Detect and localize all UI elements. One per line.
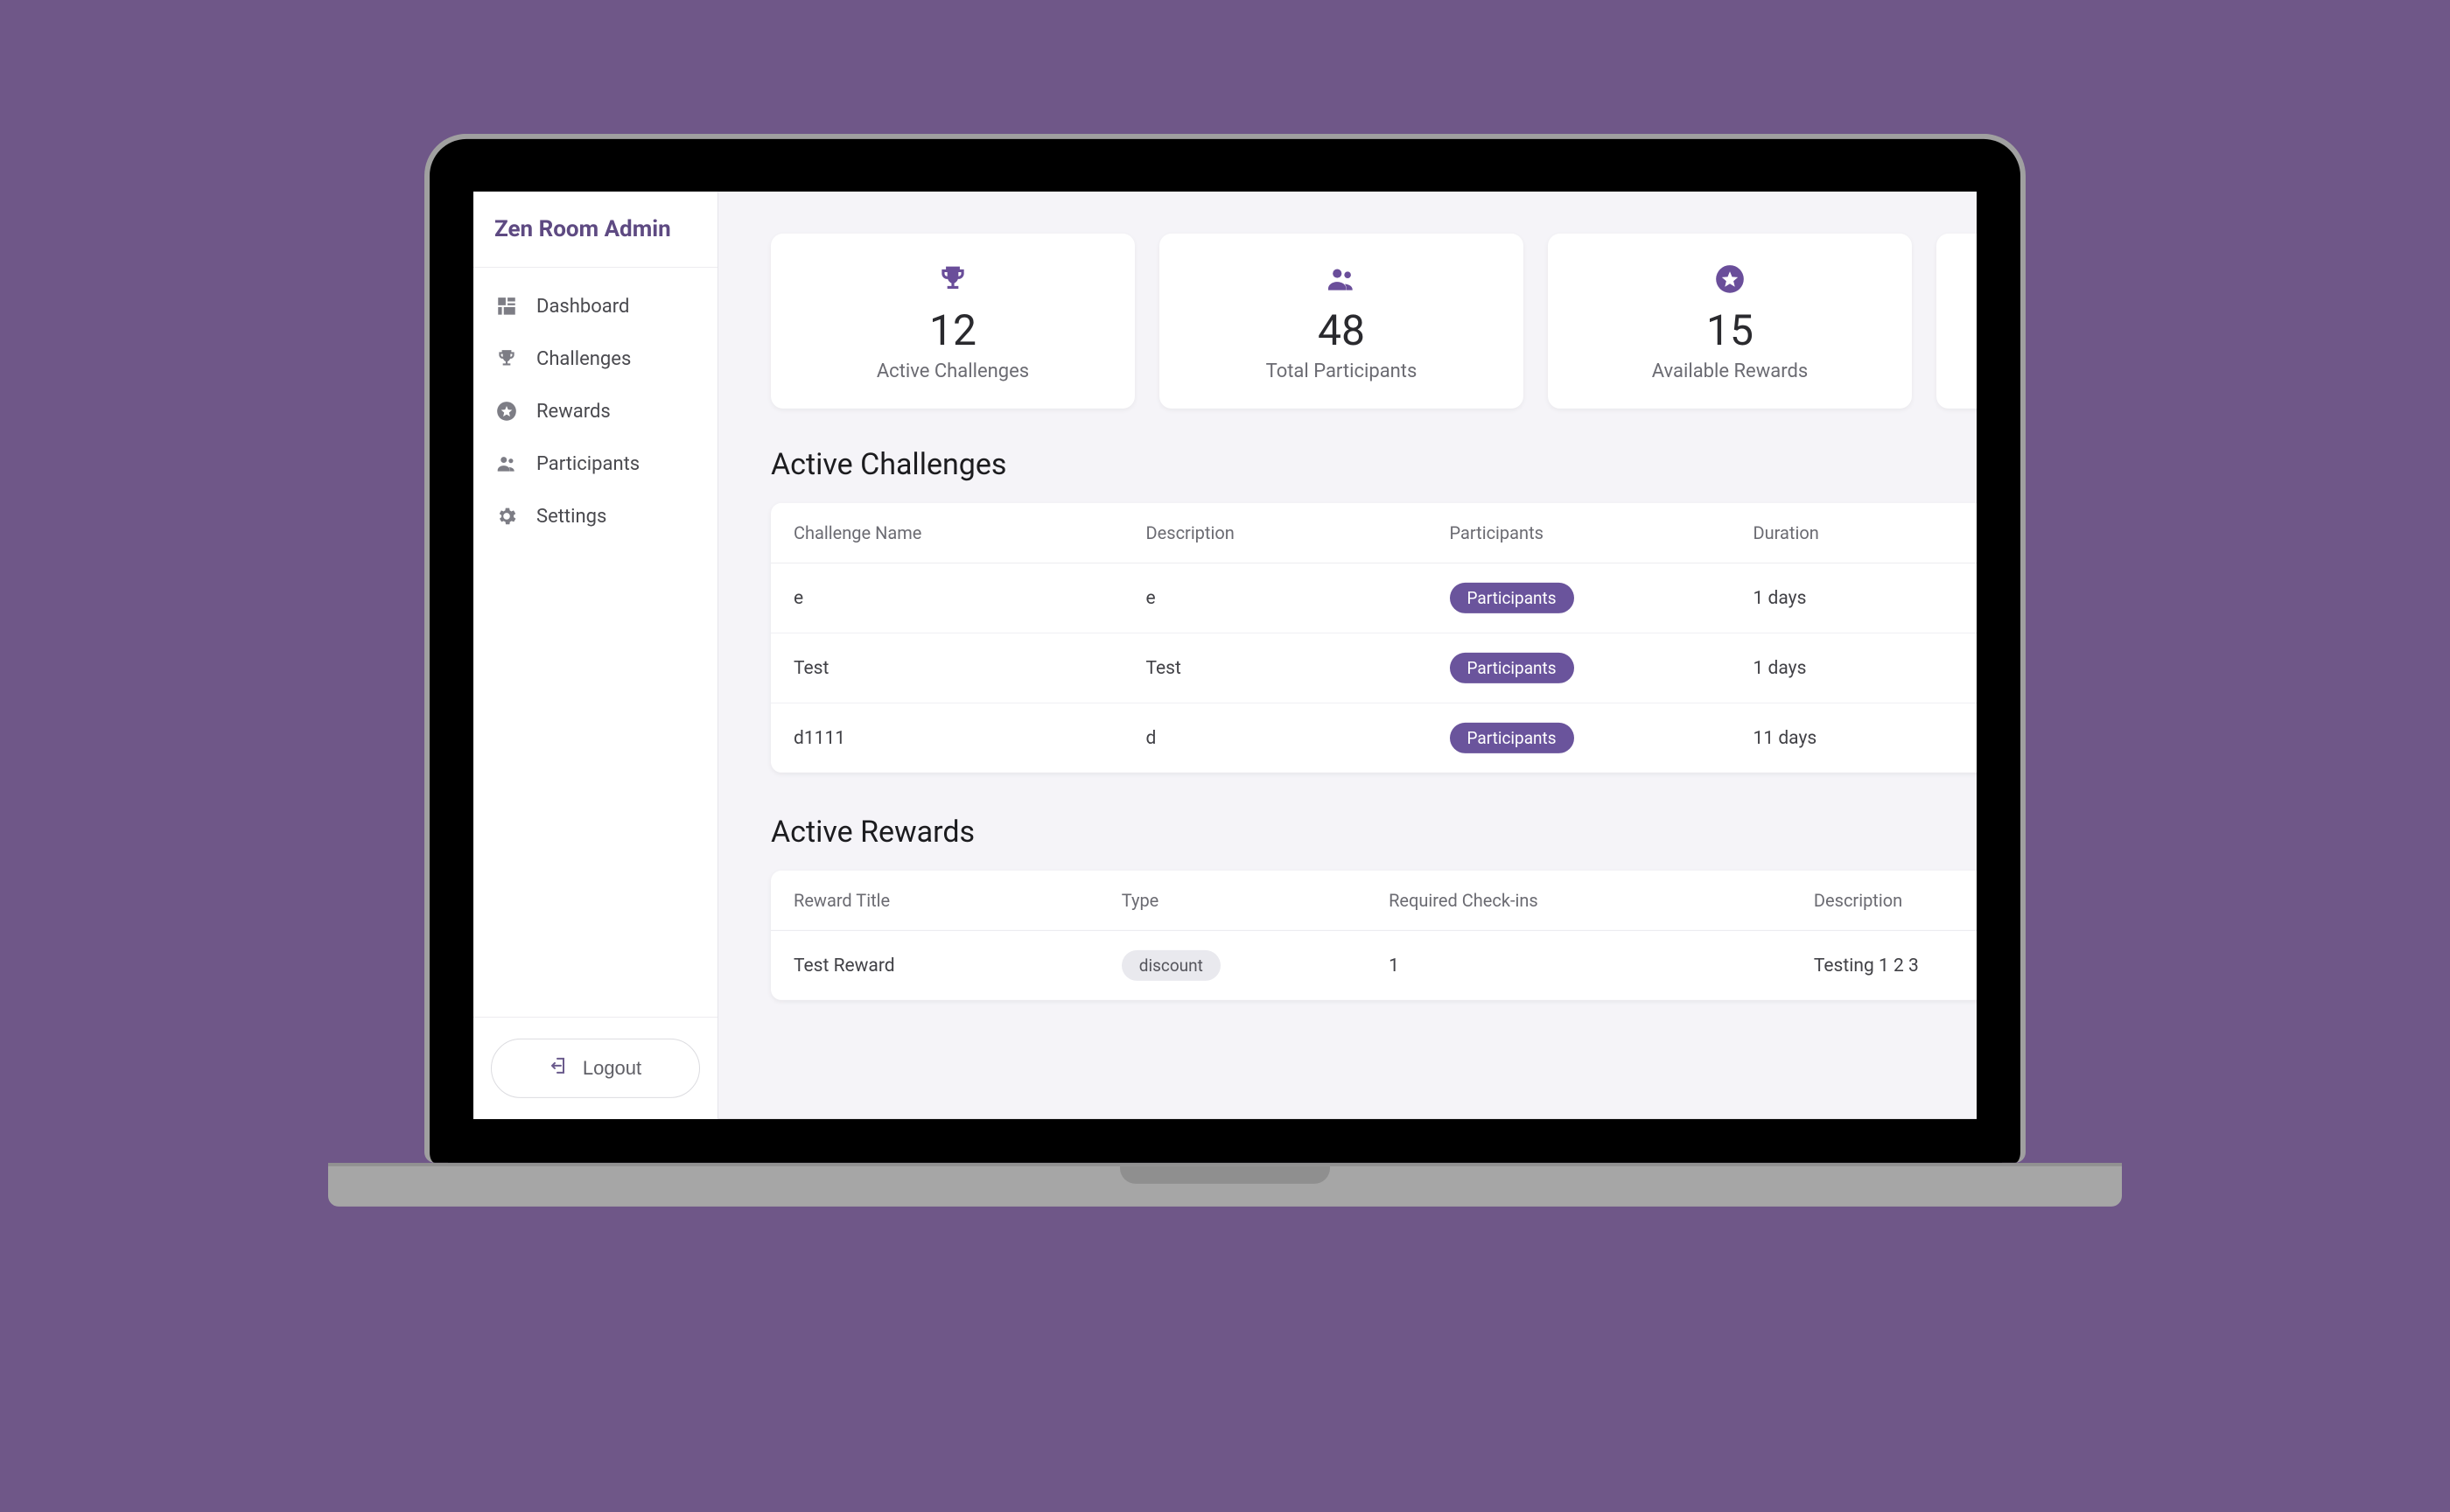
cell-type: discount	[1099, 930, 1366, 1000]
challenges-table-card: Challenge Name Description Participants …	[771, 503, 1977, 773]
participants-button[interactable]: Participants	[1450, 653, 1574, 683]
laptop-base	[328, 1163, 2122, 1207]
cell-checkins: 1	[1366, 930, 1791, 1000]
stat-label: Available Rewards	[1565, 360, 1894, 382]
sidebar-item-label: Participants	[536, 452, 640, 474]
col-participants: Participants	[1427, 503, 1731, 564]
dashboard-icon	[494, 294, 519, 318]
sidebar-item-label: Rewards	[536, 400, 611, 422]
trophy-icon	[788, 262, 1117, 297]
cell-participants: Participants	[1427, 633, 1731, 703]
table-header-row: Challenge Name Description Participants …	[771, 503, 1977, 564]
table-row: d1111 d Participants 11 days	[771, 703, 1977, 773]
challenges-table: Challenge Name Description Participants …	[771, 503, 1977, 773]
stat-card-participants: 48 Total Participants	[1159, 234, 1523, 409]
rewards-table: Reward Title Type Required Check-ins Des…	[771, 871, 1977, 1000]
app-title: Zen Room Admin	[494, 216, 696, 242]
section-title-challenges: Active Challenges	[771, 447, 1977, 482]
main-content: 12 Active Challenges 48 Total Participan…	[718, 192, 1977, 1119]
sidebar-item-label: Settings	[536, 505, 606, 527]
cell-description: e	[1124, 563, 1427, 633]
col-reward-title: Reward Title	[771, 871, 1099, 930]
star-icon	[1565, 262, 1894, 297]
star-icon	[494, 399, 519, 424]
cell-duration: 1 days	[1731, 633, 1977, 703]
table-row: Test Reward discount 1 Testing 1 2 3	[771, 930, 1977, 1000]
sidebar-nav: Dashboard Challenges Rewards	[473, 268, 718, 1017]
users-icon	[1177, 262, 1506, 297]
gear-icon	[494, 504, 519, 528]
cell-duration: 1 days	[1731, 563, 1977, 633]
cell-description: d	[1124, 703, 1427, 773]
type-tag: discount	[1122, 950, 1221, 981]
cell-name: e	[771, 563, 1124, 633]
sidebar-item-label: Challenges	[536, 347, 631, 369]
laptop-bezel: Zen Room Admin Dashboard Challenges	[424, 134, 2026, 1163]
stat-card-challenges: 12 Active Challenges	[771, 234, 1135, 409]
logout-label: Logout	[583, 1057, 641, 1080]
sidebar-header: Zen Room Admin	[473, 192, 718, 268]
sidebar-item-participants[interactable]: Participants	[473, 438, 718, 490]
cell-name: d1111	[771, 703, 1124, 773]
sidebar-item-challenges[interactable]: Challenges	[473, 332, 718, 385]
stat-card-rewards: 15 Available Rewards	[1548, 234, 1912, 409]
stat-value: 15	[1565, 305, 1894, 355]
table-row: Test Test Participants 1 days	[771, 633, 1977, 703]
stats-row: 12 Active Challenges 48 Total Participan…	[771, 234, 1977, 409]
cell-duration: 11 days	[1731, 703, 1977, 773]
col-challenge-name: Challenge Name	[771, 503, 1124, 564]
table-header-row: Reward Title Type Required Check-ins Des…	[771, 871, 1977, 930]
sidebar-item-rewards[interactable]: Rewards	[473, 385, 718, 438]
cell-name: Test	[771, 633, 1124, 703]
laptop-notch	[1120, 1166, 1330, 1184]
sidebar-footer: Logout	[473, 1017, 718, 1119]
logout-button[interactable]: Logout	[491, 1039, 700, 1098]
cell-title: Test Reward	[771, 930, 1099, 1000]
col-type: Type	[1099, 871, 1366, 930]
cell-participants: Participants	[1427, 703, 1731, 773]
users-icon	[494, 452, 519, 476]
rewards-table-card: Reward Title Type Required Check-ins Des…	[771, 871, 1977, 1000]
cell-description: Test	[1124, 633, 1427, 703]
sidebar: Zen Room Admin Dashboard Challenges	[473, 192, 718, 1119]
participants-button[interactable]: Participants	[1450, 583, 1574, 613]
col-description: Description	[1791, 871, 1977, 930]
cell-participants: Participants	[1427, 563, 1731, 633]
trophy-icon	[494, 346, 519, 371]
section-title-rewards: Active Rewards	[771, 815, 1977, 850]
sidebar-item-dashboard[interactable]: Dashboard	[473, 280, 718, 332]
sidebar-item-label: Dashboard	[536, 295, 629, 317]
app-screen: Zen Room Admin Dashboard Challenges	[473, 192, 1977, 1119]
cell-description: Testing 1 2 3	[1791, 930, 1977, 1000]
col-duration: Duration	[1731, 503, 1977, 564]
col-description: Description	[1124, 503, 1427, 564]
participants-button[interactable]: Participants	[1450, 723, 1574, 753]
sidebar-item-settings[interactable]: Settings	[473, 490, 718, 542]
stat-label: Total Participants	[1177, 360, 1506, 382]
logout-icon	[550, 1055, 570, 1082]
laptop-mockup: Zen Room Admin Dashboard Challenges	[424, 134, 2026, 1207]
stat-value: 48	[1177, 305, 1506, 355]
table-row: e e Participants 1 days	[771, 563, 1977, 633]
stat-label: Active Challenges	[788, 360, 1117, 382]
stat-value: 12	[788, 305, 1117, 355]
col-checkins: Required Check-ins	[1366, 871, 1791, 930]
stat-card-overflow	[1936, 234, 1977, 409]
